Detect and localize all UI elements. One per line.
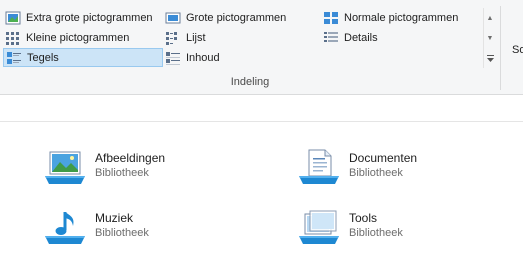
next-group-label-fragment: So [512,44,523,56]
layout-details[interactable]: Details [321,28,481,47]
expand-more-icon [486,54,494,62]
layout-option-label: Inhoud [186,51,220,64]
tile-name: Afbeeldingen [95,151,166,165]
tile-type: Bibliotheek [95,167,149,179]
tile-type: Bibliotheek [349,227,403,239]
layout-option-label: Lijst [186,31,206,44]
gallery-expand-button[interactable] [484,48,496,68]
tiles-icon [6,51,22,65]
layout-option-label: Tegels [27,51,59,64]
layout-option-label: Normale pictogrammen [344,11,459,24]
content-icon [165,51,181,65]
layout-small-icons[interactable]: Kleine pictogrammen [3,28,163,47]
list-icon [165,31,181,45]
tile-muziek[interactable]: Muziek Bibliotheek [45,208,265,256]
ribbon-group-label: Indeling [230,76,270,88]
gallery-scroll-down-button[interactable]: ▼ [484,28,496,48]
extra-large-icons-icon [5,11,21,25]
ribbon-group-separator [500,6,501,90]
tile-name: Documenten [349,151,418,165]
address-bar-area [0,95,523,122]
ribbon-view-tab: Extra grote pictogrammen Grote pictogram… [0,0,523,95]
gallery-scrollbar: ▲ ▼ [483,8,496,68]
tile-documenten[interactable]: Documenten Bibliotheek [299,148,519,196]
layout-tiles[interactable]: Tegels [3,48,163,67]
tile-name: Muziek [95,211,134,225]
tile-type: Bibliotheek [95,227,149,239]
large-icons-icon [165,11,181,25]
tile-tools[interactable]: Tools Bibliotheek [299,208,519,256]
layout-gallery: Extra grote pictogrammen Grote pictogram… [3,8,483,68]
layout-list[interactable]: Lijst [163,28,319,47]
pictures-library-icon [45,148,85,188]
tools-library-icon [299,208,339,248]
documents-library-icon [299,148,339,188]
layout-large-icons[interactable]: Grote pictogrammen [163,8,319,27]
details-icon [323,31,339,45]
layout-content[interactable]: Inhoud [163,48,319,67]
layout-medium-icons[interactable]: Normale pictogrammen [321,8,481,27]
layout-option-label: Grote pictogrammen [186,11,287,24]
tile-afbeeldingen[interactable]: Afbeeldingen Bibliotheek [45,148,265,196]
tile-type: Bibliotheek [349,167,403,179]
layout-option-label: Kleine pictogrammen [26,31,130,44]
small-icons-icon [5,31,21,45]
layout-option-label: Details [344,31,378,44]
medium-icons-icon [323,11,339,25]
tile-name: Tools [349,211,378,225]
layout-option-label: Extra grote pictogrammen [26,11,153,24]
gallery-scroll-up-button[interactable]: ▲ [484,8,496,28]
music-library-icon [45,208,85,248]
layout-extra-large-icons[interactable]: Extra grote pictogrammen [3,8,163,27]
